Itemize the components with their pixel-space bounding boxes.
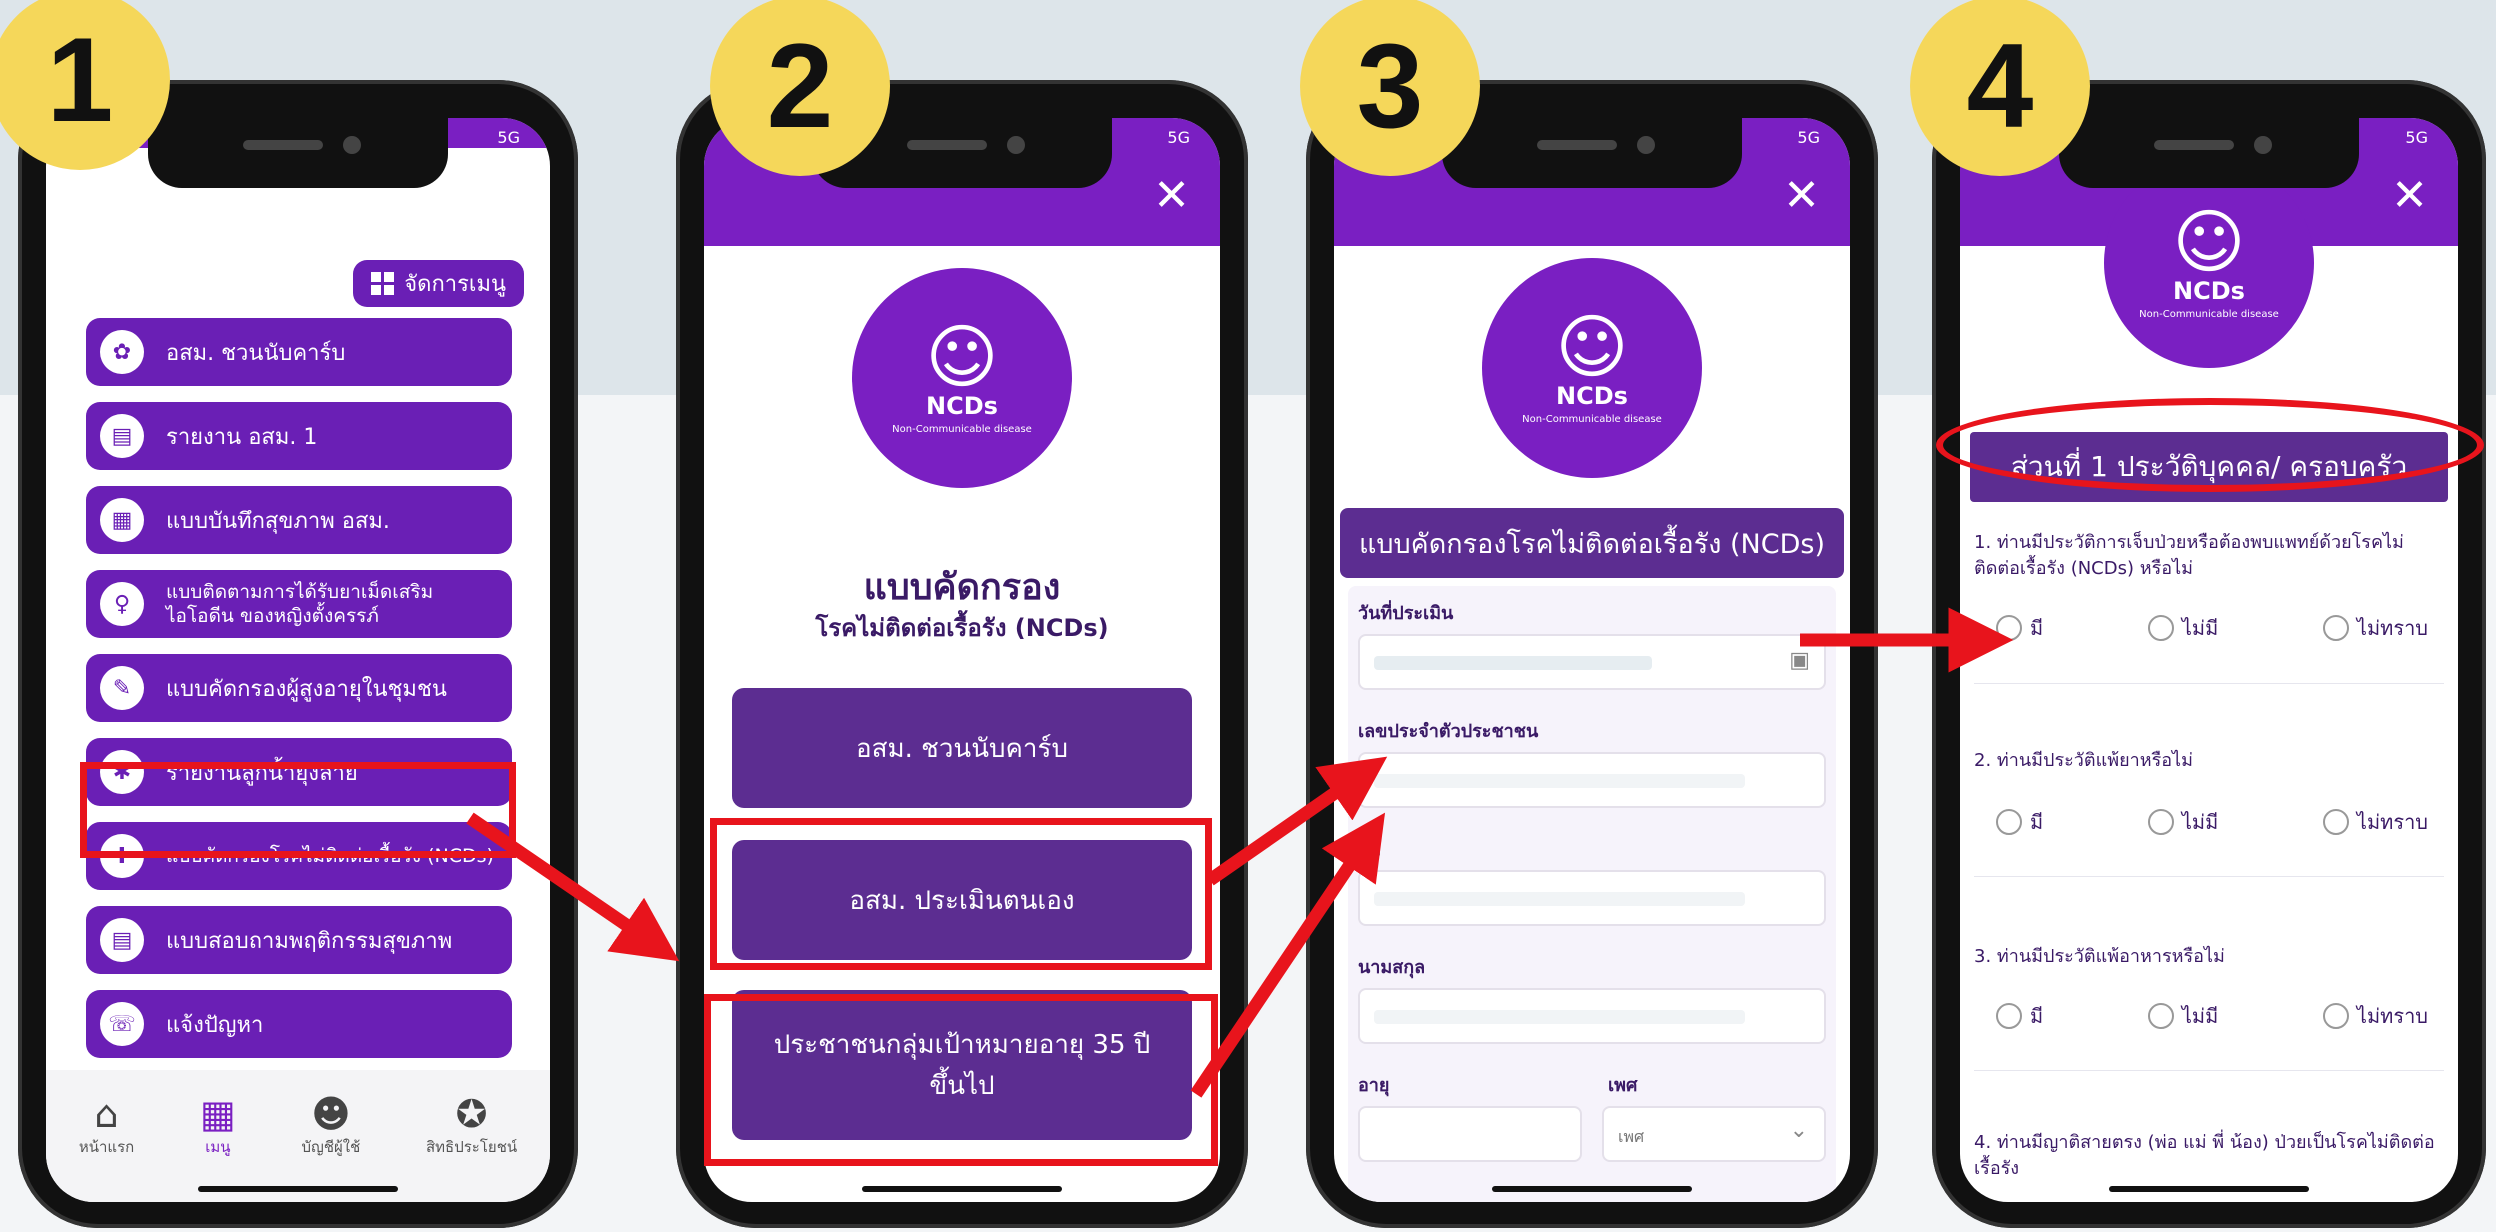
arrow-1-to-2 xyxy=(466,812,680,962)
flow-arrows xyxy=(466,607,2014,1098)
